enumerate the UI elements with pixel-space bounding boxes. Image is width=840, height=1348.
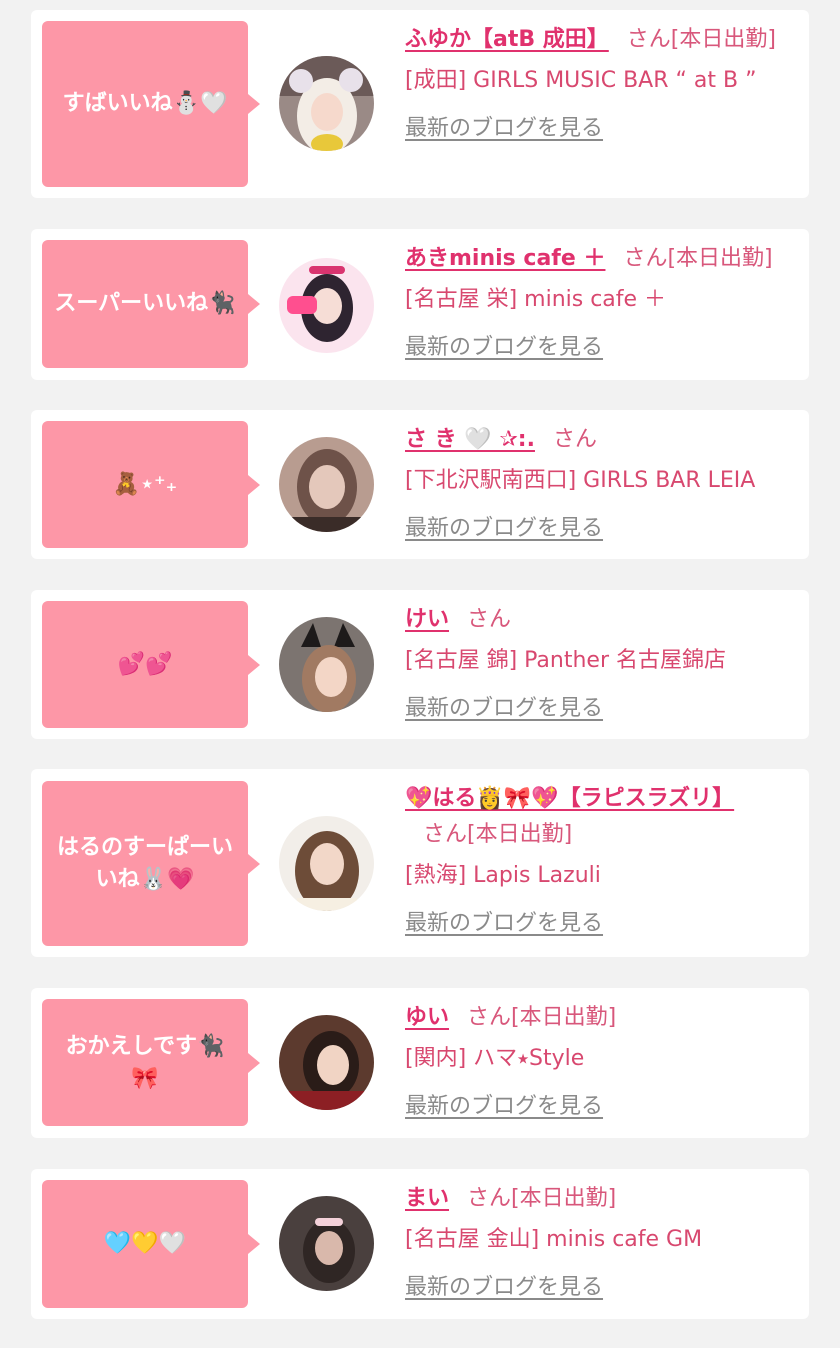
like-message-bubble: 💕💕 xyxy=(42,601,260,728)
shop-name: [熱海] Lapis Lazuli xyxy=(405,863,601,888)
like-message-text: 🩵💛🤍 xyxy=(103,1231,187,1256)
like-message-text: 💕💕 xyxy=(117,651,173,677)
entry-info: さ き 🤍 ✰:. さん [下北沢駅南西口] GIRLS BAR LEIA 最新の… xyxy=(405,422,801,547)
like-message-text: すばいいね⛄🤍 xyxy=(62,91,228,116)
latest-blog-link[interactable]: 最新のブログを見る xyxy=(405,691,603,727)
name-line: ふゆか【atB 成田】 さん[本日出勤] xyxy=(405,22,801,58)
entry-info: ふゆか【atB 成田】 さん[本日出勤] [成田] GIRLS MUSIC BAR… xyxy=(405,22,801,147)
name-line: まい さん[本日出勤] xyxy=(405,1181,801,1217)
entry-info: 💖はる👸🎀💖【ラピスラズリ】さん[本日出勤] [熱海] Lapis Lazuli… xyxy=(405,781,801,942)
avatar[interactable] xyxy=(279,1196,374,1291)
entry-info: ゆい さん[本日出勤] [関内] ハマ⭑Style 最新のブログを見る xyxy=(405,1000,801,1125)
member-suffix: さん xyxy=(552,427,597,452)
member-name-link[interactable]: ふゆか【atB 成田】 xyxy=(405,27,609,52)
avatar-photo-icon xyxy=(279,1015,374,1110)
latest-blog-link[interactable]: 最新のブログを見る xyxy=(405,1270,603,1306)
shop-name: [関内] ハマ⭑Style xyxy=(405,1046,585,1071)
like-card: 🩵💛🤍 まい さん[本日出勤] [名古屋 金山] minis cafe GM 最新… xyxy=(31,1169,809,1319)
like-message-text: スーパーいいね🐈‍⬛ xyxy=(54,291,236,316)
member-suffix: さん[本日出勤] xyxy=(626,27,776,52)
latest-blog-link[interactable]: 最新のブログを見る xyxy=(405,511,603,547)
shop-name: [下北沢駅南西口] GIRLS BAR LEIA xyxy=(405,468,756,493)
name-line: あきminis cafe ＋ さん[本日出勤] xyxy=(405,241,801,277)
member-name-link[interactable]: 💖はる👸🎀💖【ラピスラズリ】 xyxy=(405,786,734,811)
member-suffix: さん[本日出勤] xyxy=(467,1005,617,1030)
like-message-bubble: おかえしです🐈‍⬛🎀 xyxy=(42,999,260,1126)
avatar-photo-icon xyxy=(279,258,374,353)
latest-blog-link[interactable]: 最新のブログを見る xyxy=(405,1089,603,1125)
name-line: ゆい さん[本日出勤] xyxy=(405,1000,801,1036)
like-card: おかえしです🐈‍⬛🎀 ゆい さん[本日出勤] [関内] ハマ⭑Style 最新のブ… xyxy=(31,988,809,1138)
member-name-link[interactable]: あきminis cafe ＋ xyxy=(405,246,605,271)
like-card: スーパーいいね🐈‍⬛ あきminis cafe ＋ さん[本日出勤] [名古屋 栄… xyxy=(31,229,809,380)
shop-name: [名古屋 金山] minis cafe GM xyxy=(405,1227,703,1252)
like-card: すばいいね⛄🤍 ふゆか【atB 成田】 さん[本日出勤] [成田] GIRLS M… xyxy=(31,10,809,198)
like-card: 🧸⋆⁺₊ さ き 🤍 ✰:. さん [下北沢駅南西口] GIRLS BAR LEI… xyxy=(31,410,809,559)
avatar[interactable] xyxy=(279,617,374,712)
like-card: はるのすーぱーいいね🐰💗 💖はる👸🎀💖【ラピスラズリ】さん[本日出勤] [熱海]… xyxy=(31,769,809,957)
avatar-photo-icon xyxy=(279,56,374,151)
shop-name: [成田] GIRLS MUSIC BAR “ at B ” xyxy=(405,68,757,93)
avatar[interactable] xyxy=(279,1015,374,1110)
latest-blog-link[interactable]: 最新のブログを見る xyxy=(405,111,603,147)
like-message-text: おかえしです🐈‍⬛🎀 xyxy=(65,1033,225,1091)
latest-blog-link[interactable]: 最新のブログを見る xyxy=(405,330,603,366)
avatar-photo-icon xyxy=(279,816,374,911)
entry-info: あきminis cafe ＋ さん[本日出勤] [名古屋 栄] minis caf… xyxy=(405,241,801,366)
member-suffix: さん xyxy=(467,607,512,632)
like-message-bubble: はるのすーぱーいいね🐰💗 xyxy=(42,781,260,946)
member-name-link[interactable]: ゆい xyxy=(405,1005,449,1030)
member-suffix: さん[本日出勤] xyxy=(623,246,773,271)
like-message-text: 🧸⋆⁺₊ xyxy=(112,471,178,497)
entry-info: まい さん[本日出勤] [名古屋 金山] minis cafe GM 最新のブログ… xyxy=(405,1181,801,1306)
like-message-bubble: スーパーいいね🐈‍⬛ xyxy=(42,240,260,368)
member-name-link[interactable]: けい xyxy=(405,607,449,632)
avatar[interactable] xyxy=(279,816,374,911)
member-name-link[interactable]: まい xyxy=(405,1186,449,1211)
like-message-text: はるのすーぱーいいね🐰💗 xyxy=(56,834,233,892)
member-suffix: さん[本日出勤] xyxy=(423,822,573,847)
avatar-photo-icon xyxy=(279,437,374,532)
avatar[interactable] xyxy=(279,56,374,151)
avatar[interactable] xyxy=(279,258,374,353)
name-line: さ き 🤍 ✰:. さん xyxy=(405,422,801,458)
latest-blog-link[interactable]: 最新のブログを見る xyxy=(405,906,603,942)
shop-name: [名古屋 栄] minis cafe ＋ xyxy=(405,287,667,312)
like-message-bubble: 🩵💛🤍 xyxy=(42,1180,260,1308)
member-suffix: さん[本日出勤] xyxy=(467,1186,617,1211)
entry-info: けい さん [名古屋 錦] Panther 名古屋錦店 最新のブログを見る xyxy=(405,602,801,727)
avatar[interactable] xyxy=(279,437,374,532)
name-line: けい さん xyxy=(405,602,801,638)
shop-name: [名古屋 錦] Panther 名古屋錦店 xyxy=(405,648,726,673)
member-name-link[interactable]: さ き 🤍 ✰:. xyxy=(405,427,535,452)
like-message-bubble: すばいいね⛄🤍 xyxy=(42,21,260,187)
like-card: 💕💕 けい さん [名古屋 錦] Panther 名古屋錦店 最新のブログを見る xyxy=(31,590,809,739)
name-line: 💖はる👸🎀💖【ラピスラズリ】さん[本日出勤] xyxy=(405,781,745,853)
avatar-photo-icon xyxy=(279,617,374,712)
avatar-photo-icon xyxy=(279,1196,374,1291)
like-message-bubble: 🧸⋆⁺₊ xyxy=(42,421,260,548)
